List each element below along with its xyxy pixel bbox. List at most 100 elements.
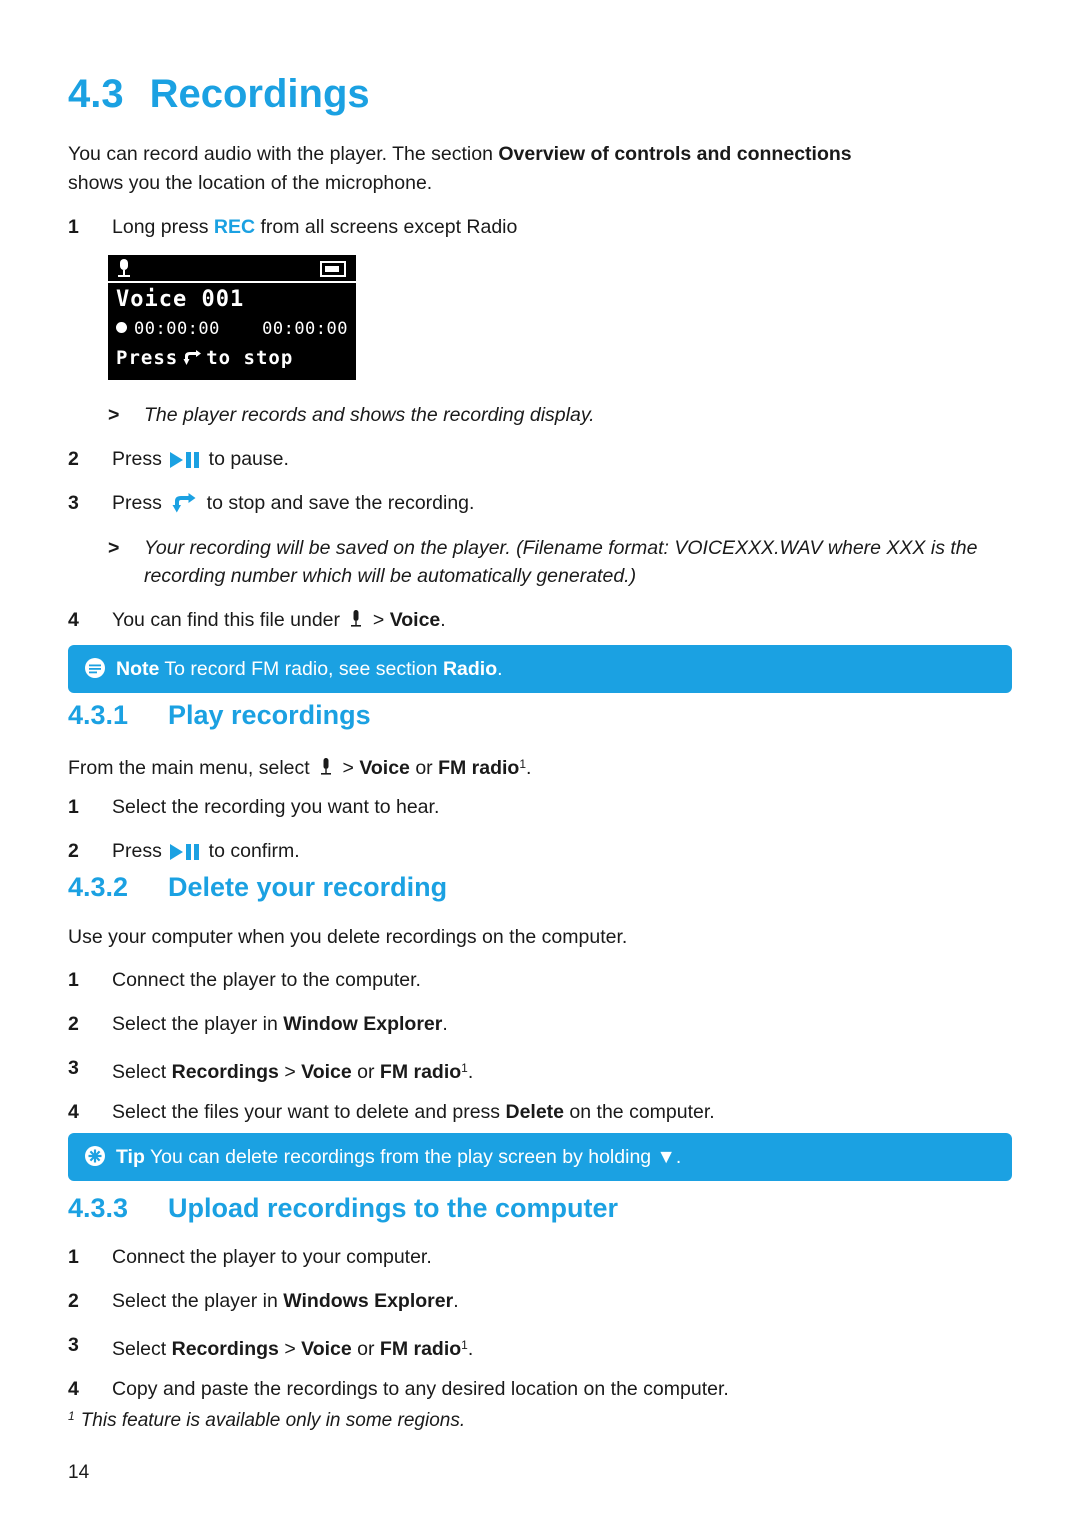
step-number: 2 — [68, 840, 79, 862]
step-text: You can find this file under > Voice. — [112, 606, 928, 634]
back-arrow-icon — [171, 492, 197, 514]
step-text-post: . — [442, 1013, 448, 1035]
step-text-or: or — [351, 1061, 380, 1083]
step-record-2: 2 Press to pause. — [68, 445, 928, 473]
lead-post: . — [526, 757, 532, 779]
step-number: 1 — [68, 969, 79, 991]
lcd-title: Voice 001 — [116, 287, 245, 312]
page-number: 14 — [68, 1462, 90, 1483]
lead-bold2: FM radio — [438, 757, 520, 779]
step-text-post: . — [467, 1061, 474, 1083]
footnote: 1 This feature is available only in some … — [68, 1409, 465, 1432]
step-upload-4: 4 Copy and paste the recordings to any d… — [68, 1375, 988, 1403]
note-text-pre: To record FM radio, see section — [159, 658, 443, 680]
page-title-text: Recordings — [149, 72, 370, 116]
step-delete-4: 4 Select the files your want to delete a… — [68, 1098, 968, 1126]
step-play-2: 2 Press to confirm. — [68, 837, 928, 865]
step-number: 4 — [68, 1101, 79, 1123]
note-text-post: . — [497, 658, 503, 680]
step-record-3: 3 Press to stop and save the recording. — [68, 489, 928, 517]
lead-pre: From the main menu, select — [68, 757, 316, 779]
note-callout: Note To record FM radio, see section Rad… — [68, 645, 1012, 693]
note-after-step3: > Your recording will be saved on the pl… — [108, 534, 1013, 590]
lcd-bottom-post: to stop — [206, 347, 294, 369]
section-number: 4.3.1 — [68, 700, 129, 730]
play-pause-icon — [170, 844, 200, 860]
step-text-bold: Windows Explorer — [283, 1290, 454, 1312]
intro-part2: shows you the location of the microphone… — [68, 172, 433, 194]
lead-or: or — [409, 757, 439, 779]
step-text-bold: Window Explorer — [283, 1013, 443, 1035]
down-triangle-icon: ▼ — [656, 1146, 676, 1168]
lead-mid: > — [337, 757, 360, 779]
footnote-text: This feature is available only in some r… — [80, 1410, 466, 1431]
step-text-bold2: Voice — [301, 1061, 352, 1083]
step-text-pre: Select the player in — [112, 1290, 284, 1312]
lcd-bottom-pre: Press — [116, 347, 179, 369]
step-text: Connect the player to your computer. — [112, 1246, 432, 1268]
lead-bold1: Voice — [359, 757, 410, 779]
intro-bold: Overview of controls and connections — [498, 143, 852, 165]
tip-label: Tip — [116, 1146, 145, 1168]
step-record-4: 4 You can find this file under > Voice. — [68, 606, 928, 634]
step-number: 3 — [68, 1334, 79, 1356]
step-number: 2 — [68, 1290, 79, 1312]
step-text-post: . — [467, 1338, 474, 1360]
step-number: 4 — [68, 609, 79, 631]
step-number: 3 — [68, 492, 79, 514]
section-number: 4.3.2 — [68, 872, 129, 902]
step-text-pre: You can find this file under — [112, 609, 346, 631]
step-text-post: . — [440, 609, 446, 631]
intro-part1: You can record audio with the player. Th… — [68, 143, 499, 165]
step-text-mid: > — [367, 609, 390, 631]
step-text-pre: Press — [112, 448, 168, 470]
angle-bracket-marker: > — [108, 404, 120, 426]
step-play-1: 1 Select the recording you want to hear. — [68, 793, 928, 821]
lcd-status-bar — [108, 255, 356, 283]
section-432-lead: Use your computer when you delete record… — [68, 926, 628, 948]
step-number: 1 — [68, 1246, 79, 1268]
tip-icon — [84, 1137, 106, 1166]
lcd-time-right: 00:00:00 — [262, 319, 348, 339]
section-431-lead: From the main menu, select > Voice or FM… — [68, 750, 968, 783]
step-number: 4 — [68, 1378, 79, 1400]
step-text-bold: Recordings — [171, 1061, 279, 1083]
step-text-post: . — [453, 1290, 459, 1312]
step-text-pre: Long press — [112, 216, 214, 238]
step-upload-3: 3 Select Recordings > Voice or FM radio1… — [68, 1331, 928, 1363]
step-record-1: 1 Long press REC from all screens except… — [68, 213, 928, 241]
step-text-pre: Press — [112, 492, 168, 514]
section-title: Play recordings — [168, 700, 371, 730]
section-number: 4.3.3 — [68, 1193, 129, 1223]
microphone-icon — [117, 259, 131, 279]
note-after-step3-text: Your recording will be saved on the play… — [144, 537, 978, 587]
tip-callout: Tip You can delete recordings from the p… — [68, 1133, 1012, 1181]
page-title-number: 4.3 — [68, 72, 124, 116]
step-text-post: to confirm. — [203, 840, 300, 862]
step-text-post: on the computer. — [564, 1101, 715, 1123]
play-pause-icon — [170, 452, 200, 468]
section-heading-433: 4.3.3 Upload recordings to the computer — [68, 1193, 618, 1224]
step-delete-2: 2 Select the player in Window Explorer. — [68, 1010, 928, 1038]
step-delete-1: 1 Connect the player to the computer. — [68, 966, 928, 994]
section-title: Delete your recording — [168, 872, 448, 902]
step-text-bold3: FM radio — [379, 1061, 462, 1083]
step-text-post: from all screens except Radio — [255, 216, 518, 238]
step-text-or: or — [351, 1338, 380, 1360]
section-heading-431: 4.3.1 Play recordings — [68, 700, 371, 731]
tip-text-post: . — [675, 1146, 682, 1168]
step-text: Press to confirm. — [112, 837, 928, 865]
footnote-marker: 1 — [461, 1338, 468, 1352]
lcd-time-left: 00:00:00 — [134, 319, 220, 339]
device-screen-illustration: Voice 001 00:00:00 00:00:00 Press to stop — [108, 255, 356, 380]
microphone-icon — [320, 758, 332, 778]
step-text-pre: Select — [112, 1061, 172, 1083]
step-text: Copy and paste the recordings to any des… — [112, 1378, 729, 1400]
step-upload-2: 2 Select the player in Windows Explorer. — [68, 1287, 928, 1315]
footnote-marker: 1 — [461, 1061, 468, 1075]
step-text: Connect the player to the computer. — [112, 969, 421, 991]
step-text-bold: Recordings — [171, 1338, 279, 1360]
footnote-marker: 1 — [68, 1409, 75, 1423]
step-text: Select Recordings > Voice or FM radio1. — [112, 1054, 928, 1086]
step-text: Select the recording you want to hear. — [112, 796, 440, 818]
